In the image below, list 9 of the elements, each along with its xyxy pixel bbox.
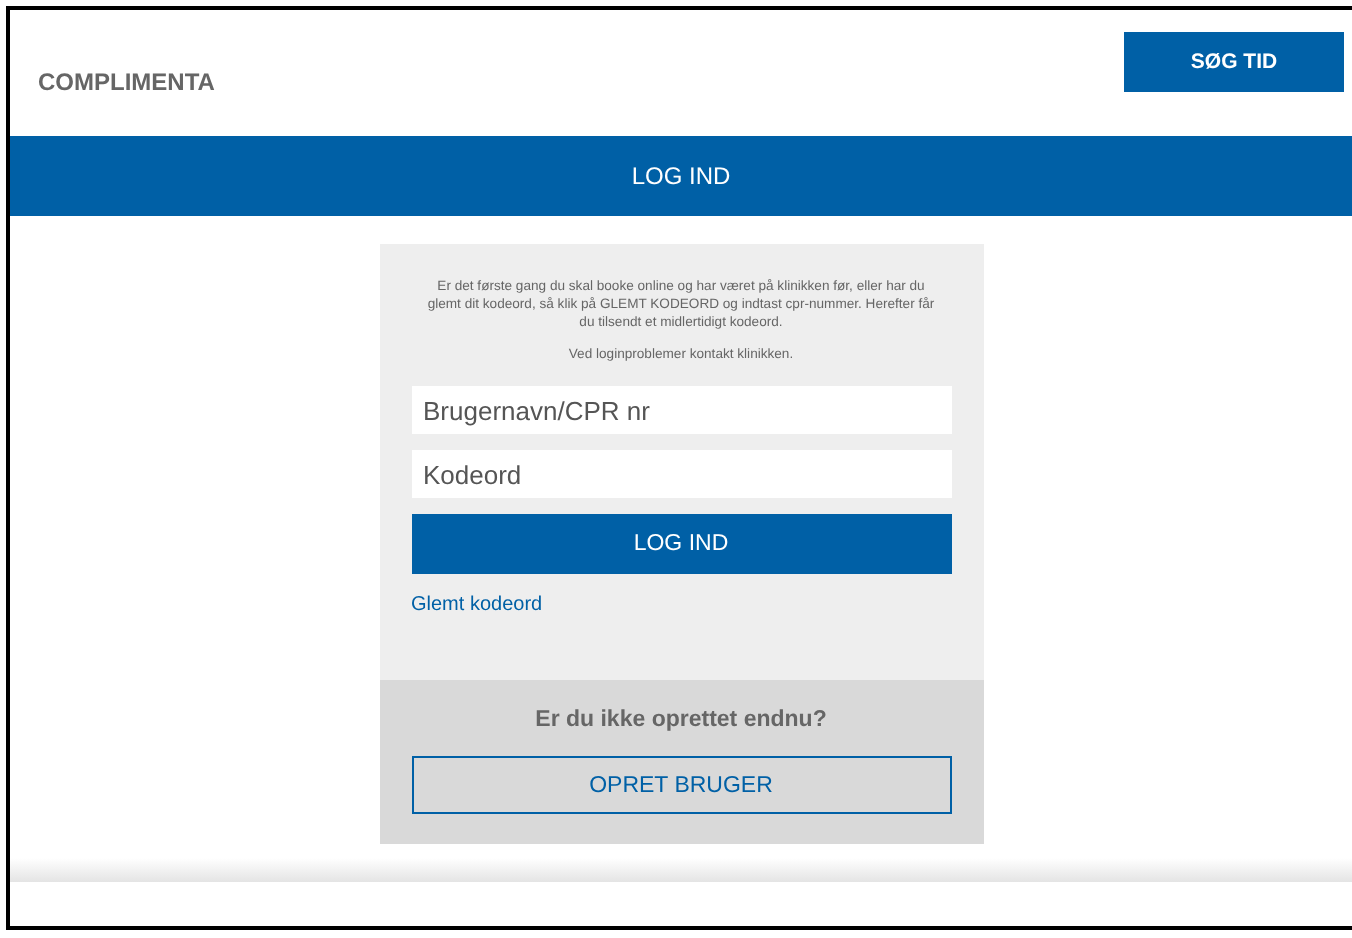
password-field[interactable]: Kodeord xyxy=(411,450,951,499)
book-appointment-button[interactable]: SØG TID xyxy=(1124,31,1344,91)
create-user-button[interactable]: OPRET BRUGER xyxy=(411,756,951,815)
username-field[interactable]: Brugernavn/CPR nr xyxy=(411,386,951,435)
login-button[interactable]: LOG IND xyxy=(411,514,951,575)
forgot-password-link[interactable]: Glemt kodeord xyxy=(411,594,543,617)
page-title-bar: LOG IND xyxy=(10,136,1352,216)
brand-name: COMPLIMENTA xyxy=(38,67,215,95)
signup-question: Er du ikke oprettet endnu? xyxy=(535,708,827,733)
